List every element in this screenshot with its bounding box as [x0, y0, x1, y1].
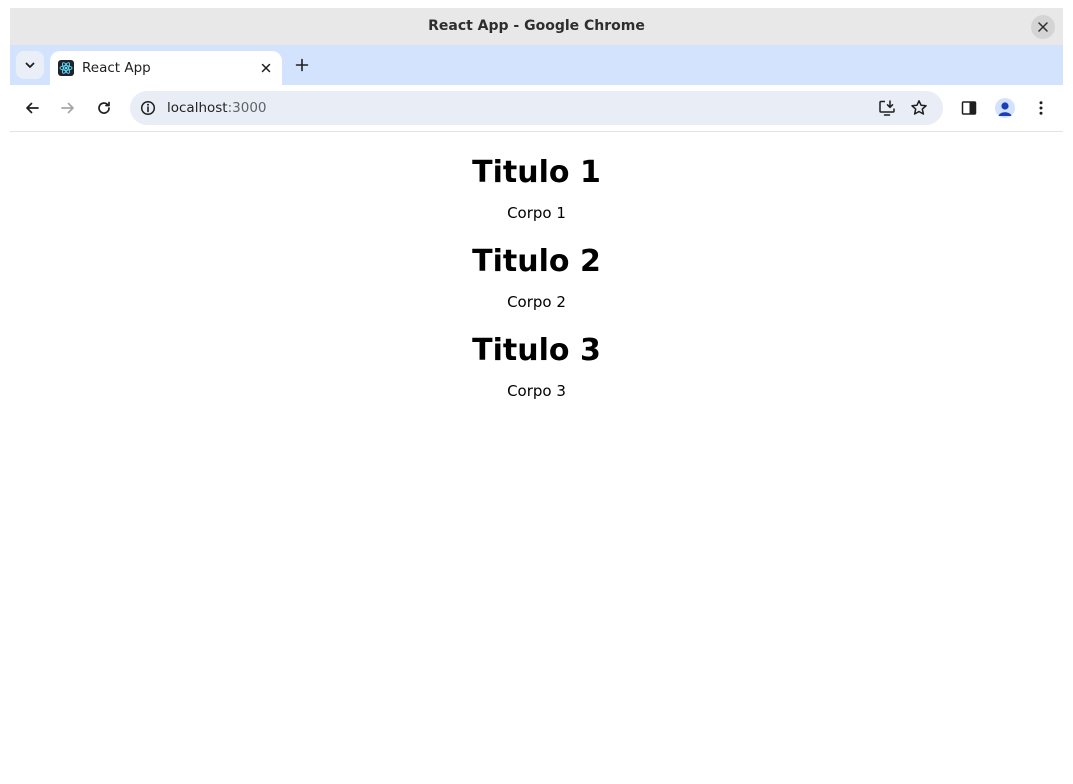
info-icon [140, 100, 156, 116]
section-2: Titulo 2 Corpo 2 [10, 242, 1063, 312]
window-close-button[interactable] [1031, 15, 1055, 39]
forward-arrow-icon [61, 102, 74, 114]
profile-avatar-icon [995, 98, 1015, 118]
back-button[interactable] [18, 94, 46, 122]
address-bar[interactable]: localhost:3000 [130, 91, 943, 125]
install-app-icon [879, 100, 895, 116]
page-content: Titulo 1 Corpo 1 Titulo 2 Corpo 2 Titulo… [10, 132, 1063, 784]
side-panel-icon [961, 101, 977, 115]
more-menu-icon [1039, 101, 1043, 115]
tab-search-button[interactable] [16, 51, 44, 79]
plus-icon [295, 58, 309, 72]
react-icon [58, 60, 74, 76]
section-body: Corpo 2 [507, 293, 566, 311]
section-body: Corpo 3 [507, 382, 566, 400]
profile-button[interactable] [991, 94, 1019, 122]
browser-window: React App - Google Chrome React App loca… [10, 8, 1063, 784]
section-1: Titulo 1 Corpo 1 [10, 153, 1063, 223]
url-port: :3000 [227, 100, 267, 116]
new-tab-button[interactable] [288, 51, 316, 79]
close-icon [1038, 22, 1048, 32]
url-text[interactable]: localhost:3000 [167, 91, 267, 125]
section-body: Corpo 1 [507, 204, 566, 222]
section-title: Titulo 2 [472, 244, 601, 279]
close-icon [261, 63, 271, 73]
tab-strip: React App [10, 45, 1063, 85]
tab-close-button[interactable] [256, 58, 276, 78]
bookmark-star-icon [911, 100, 927, 115]
bookmark-button[interactable] [907, 96, 931, 120]
section-3: Titulo 3 Corpo 3 [10, 331, 1063, 401]
section-title: Titulo 3 [472, 333, 601, 368]
more-menu-button[interactable] [1027, 94, 1055, 122]
title-bar: React App - Google Chrome [10, 8, 1063, 45]
url-host: localhost [167, 100, 228, 116]
back-arrow-icon [26, 102, 39, 114]
navigation-toolbar: localhost:3000 [10, 85, 1063, 132]
site-info-button[interactable] [136, 96, 160, 120]
forward-button[interactable] [54, 94, 82, 122]
window-title: React App - Google Chrome [428, 18, 645, 34]
tab-react-app[interactable]: React App [50, 51, 282, 85]
install-app-button[interactable] [875, 96, 899, 120]
reload-button[interactable] [90, 94, 118, 122]
side-panel-button[interactable] [955, 94, 983, 122]
chevron-down-icon [25, 62, 35, 68]
tab-title: React App [82, 60, 151, 76]
reload-icon [98, 101, 110, 114]
section-title: Titulo 1 [472, 155, 601, 190]
